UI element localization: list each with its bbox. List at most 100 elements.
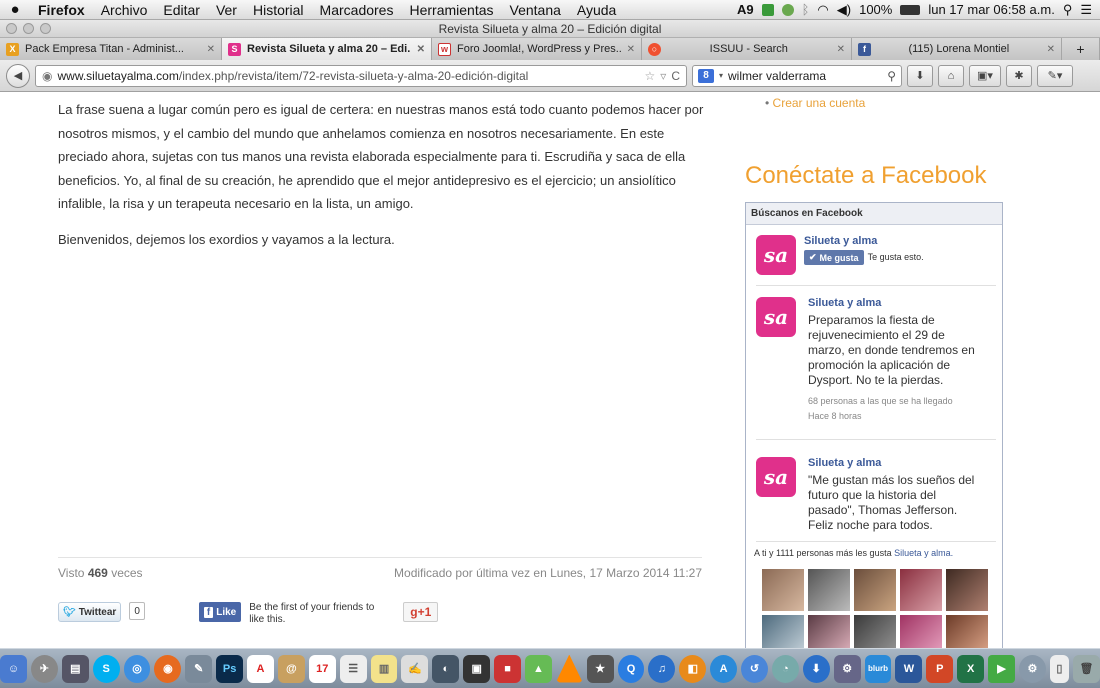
stickies-icon[interactable]: ▥ <box>370 654 398 683</box>
tweet-button[interactable]: 🐦︎ Twittear <box>58 602 122 622</box>
history-dropdown-icon[interactable]: ▿ <box>660 69 666 83</box>
search-engine-dropdown-icon[interactable]: ▾ <box>719 71 723 80</box>
site-identity-icon[interactable]: ◉ <box>42 69 52 83</box>
powerpoint-icon[interactable]: P <box>926 654 954 683</box>
post-author[interactable]: Silueta y alma <box>808 297 976 309</box>
minimize-window-button[interactable] <box>23 23 34 34</box>
bluetooth-icon[interactable]: ᛒ <box>802 2 810 17</box>
facebook-like-button[interactable]: f Like <box>198 602 242 622</box>
home-button[interactable]: ⌂ <box>938 64 964 87</box>
silueta-logo-icon[interactable]: sa <box>756 297 796 337</box>
friends-like-page-link[interactable]: Silueta y alma. <box>894 548 953 558</box>
sync-icon[interactable] <box>781 3 794 16</box>
silueta-logo-icon[interactable]: sa <box>756 457 796 497</box>
extension-menu-button[interactable]: ✎▾ <box>1037 64 1073 87</box>
preview-icon[interactable]: ✎ <box>185 654 213 683</box>
tab-close-icon[interactable]: ✕ <box>417 44 425 55</box>
tab-foro-joomla[interactable]: w Foro Joomla!, WordPress y Pres... ✕ <box>432 38 642 60</box>
addon-button[interactable]: ✱ <box>1006 64 1032 87</box>
vlc-icon[interactable] <box>555 654 583 683</box>
utility-icon[interactable]: ⚙ <box>833 654 861 683</box>
apple-menu-icon[interactable]: ● <box>0 1 30 18</box>
excel-icon[interactable]: X <box>957 654 985 683</box>
url-bar[interactable]: ◉ www.siluetayalma.com/index.php/revista… <box>35 64 687 87</box>
tab-close-icon[interactable]: ✕ <box>1047 44 1055 55</box>
friend-avatar[interactable] <box>854 615 896 648</box>
menu-herramientas[interactable]: Herramientas <box>401 2 501 18</box>
safari-icon[interactable]: ◎ <box>123 654 151 683</box>
menu-firefox[interactable]: Firefox <box>30 2 93 18</box>
bookmarks-menu-button[interactable]: ▣▾ <box>969 64 1001 87</box>
contacts-icon[interactable]: @ <box>277 654 305 683</box>
document-icon[interactable]: ▯ <box>1049 654 1070 683</box>
adobe-icon[interactable]: A9 <box>737 2 754 17</box>
calendar-icon[interactable]: 17 <box>308 654 336 683</box>
clock[interactable]: lun 17 mar 06:58 a.m. <box>928 2 1054 17</box>
google-plus-button[interactable]: g+1 <box>403 602 439 622</box>
tab-pack-empresa[interactable]: X Pack Empresa Titan - Administ... ✕ <box>0 38 222 60</box>
app-red-icon[interactable]: ■ <box>494 654 521 683</box>
url-text[interactable]: www.siluetayalma.com/index.php/revista/i… <box>57 69 639 83</box>
media-player-icon[interactable]: ▶ <box>988 654 1015 683</box>
notification-list-icon[interactable]: ☰ <box>1080 2 1092 18</box>
post-author[interactable]: Silueta y alma <box>808 457 976 469</box>
search-icon[interactable]: ⚲ <box>887 69 896 83</box>
tab-close-icon[interactable]: ✕ <box>207 44 215 55</box>
blurb-icon[interactable]: blurb <box>864 654 892 683</box>
photo-booth-icon[interactable]: ▣ <box>463 654 491 683</box>
back-button[interactable]: ◀ <box>6 63 30 88</box>
friend-avatar[interactable] <box>762 615 804 648</box>
menu-archivo[interactable]: Archivo <box>93 2 156 18</box>
sync-app-icon[interactable]: ◔ <box>771 654 799 683</box>
notes-icon[interactable]: ☰ <box>339 654 367 683</box>
dashboard-icon[interactable]: ◐ <box>432 654 460 683</box>
friend-avatar[interactable] <box>808 569 850 611</box>
friend-avatar[interactable] <box>946 615 988 648</box>
tab-issuu[interactable]: ○ ISSUU - Search ✕ <box>642 38 852 60</box>
imovie-icon[interactable]: ★ <box>586 654 614 683</box>
textedit-icon[interactable]: ✍ <box>401 654 429 683</box>
search-input[interactable]: wilmer valderrama <box>728 69 882 83</box>
me-gusta-button[interactable]: ✔ Me gusta <box>804 250 864 265</box>
downloader-icon[interactable]: ⬇ <box>802 654 830 683</box>
battery-percent[interactable]: 100% <box>859 2 892 17</box>
bookmark-star-icon[interactable]: ☆ <box>645 69 656 83</box>
menu-editar[interactable]: Editar <box>155 2 208 18</box>
word-icon[interactable]: W <box>895 654 923 683</box>
menu-historial[interactable]: Historial <box>245 2 312 18</box>
volume-icon[interactable]: ◀) <box>837 2 851 18</box>
finder-icon[interactable]: ☺ <box>0 654 27 683</box>
post-time[interactable]: Hace 8 horas <box>808 409 976 424</box>
acrobat-icon[interactable]: A <box>247 654 274 683</box>
facebook-page-name[interactable]: Silueta y alma <box>804 235 924 247</box>
search-engine-icon[interactable]: 8 <box>698 68 714 83</box>
time-machine-icon[interactable]: ↺ <box>741 654 768 683</box>
quicktime-icon[interactable]: Q <box>617 654 645 683</box>
search-box[interactable]: 8 ▾ wilmer valderrama ⚲ <box>692 64 902 87</box>
photoshop-icon[interactable]: Ps <box>216 654 244 683</box>
friend-avatar[interactable] <box>946 569 988 611</box>
tab-lorena-montiel[interactable]: f (115) Lorena Montiel ✕ <box>852 38 1062 60</box>
menu-ayuda[interactable]: Ayuda <box>569 2 624 18</box>
itunes-icon[interactable]: ♫ <box>648 654 676 683</box>
menu-marcadores[interactable]: Marcadores <box>312 2 402 18</box>
new-tab-button[interactable]: + <box>1062 38 1100 60</box>
reload-icon[interactable]: C <box>671 69 680 83</box>
silueta-logo-icon[interactable]: sa <box>756 235 796 275</box>
menu-ver[interactable]: Ver <box>208 2 245 18</box>
image-capture-icon[interactable]: ▲ <box>524 654 552 683</box>
close-window-button[interactable] <box>6 23 17 34</box>
tab-close-icon[interactable]: ✕ <box>627 44 635 55</box>
zoom-window-button[interactable] <box>40 23 51 34</box>
wifi-icon[interactable]: ◠ <box>817 2 828 18</box>
downloads-button[interactable]: ⬇ <box>907 64 933 87</box>
menu-ventana[interactable]: Ventana <box>502 2 569 18</box>
spotlight-icon[interactable]: ⚲ <box>1063 2 1073 18</box>
firefox-icon[interactable]: ◉ <box>154 654 182 683</box>
friend-avatar[interactable] <box>808 615 850 648</box>
friend-avatar[interactable] <box>762 569 804 611</box>
app-status-icon[interactable] <box>761 3 774 16</box>
create-account-link[interactable]: Crear una cuenta <box>765 96 866 110</box>
trash-icon[interactable]: 🗑︎ <box>1073 654 1100 683</box>
network-icon[interactable]: ⚙ <box>1018 654 1046 683</box>
